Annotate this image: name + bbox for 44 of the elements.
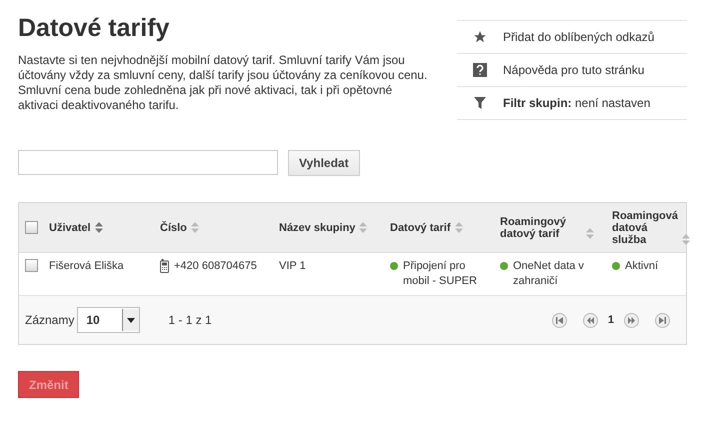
page-size-select[interactable]: 10	[77, 307, 140, 333]
phone-icon	[160, 259, 169, 273]
rewind-icon	[586, 316, 594, 324]
table-cell-text: Aktivní	[625, 259, 660, 274]
sort-icon[interactable]	[359, 222, 368, 232]
column-header[interactable]: Datový tarif	[390, 222, 451, 234]
side-link[interactable]: Nápověda pro tuto stránku	[457, 54, 687, 87]
side-link[interactable]: Přidat do oblíbených odkazů	[457, 21, 687, 54]
first-page-button[interactable]	[552, 312, 567, 328]
sort-icon[interactable]	[190, 222, 199, 232]
skip-forward-icon	[659, 316, 666, 324]
sort-icon[interactable]	[586, 228, 594, 238]
next-page-button[interactable]	[624, 312, 639, 328]
star-icon	[473, 30, 487, 44]
checkbox[interactable]	[25, 259, 38, 272]
current-page: 1	[608, 314, 614, 326]
column-header[interactable]: Uživatel	[49, 222, 91, 234]
column-header[interactable]: Název skupiny	[279, 222, 356, 234]
caret-icon	[127, 318, 136, 322]
prev-page-button[interactable]	[582, 312, 598, 328]
checkbox[interactable]	[25, 221, 38, 234]
column-header[interactable]: Roamingový datový tarif	[500, 216, 582, 240]
column-header[interactable]: Číslo	[160, 222, 187, 234]
description: Nastavte si ten nejvhodnější mobilní datový tarif. Smluvní tarify Vám jsou účtovány vždy za smluvní ceny, další tarify jsou účtovány za ceníkovou cenu. Smluvní cena bude zohledněna jak při nové aktivaci, tak i při opětovné aktivaci deaktivovaného tarifu.	[18, 53, 428, 113]
records-label: Záznamy	[25, 313, 74, 327]
last-page-button[interactable]	[655, 312, 670, 328]
sort-icon[interactable]	[94, 222, 103, 232]
help-icon	[473, 63, 487, 77]
sort-icon[interactable]	[682, 234, 690, 244]
page-title: Datové tarify	[18, 14, 170, 43]
column-header[interactable]: Roamingová datová služba	[612, 210, 678, 246]
table-cell-text: Připojení pro mobil - SUPER	[403, 259, 478, 289]
table-cell-text: OneNet data v zahraničí	[513, 259, 585, 289]
table-cell-text: +420 608704675	[174, 259, 258, 274]
skip-back-icon	[556, 316, 563, 324]
table-cell-text: VIP 1	[279, 259, 307, 274]
fast-forward-icon	[628, 316, 635, 324]
side-link[interactable]: Filtr skupin: není nastaven	[457, 87, 687, 120]
filter-icon	[474, 97, 486, 109]
table-cell-text: Fišerová Eliška	[49, 259, 125, 274]
search-button[interactable]: Vyhledat	[288, 150, 360, 176]
records-range: 1 - 1 z 1	[168, 313, 212, 327]
search-field[interactable]	[18, 150, 278, 175]
sort-icon[interactable]	[454, 222, 463, 232]
